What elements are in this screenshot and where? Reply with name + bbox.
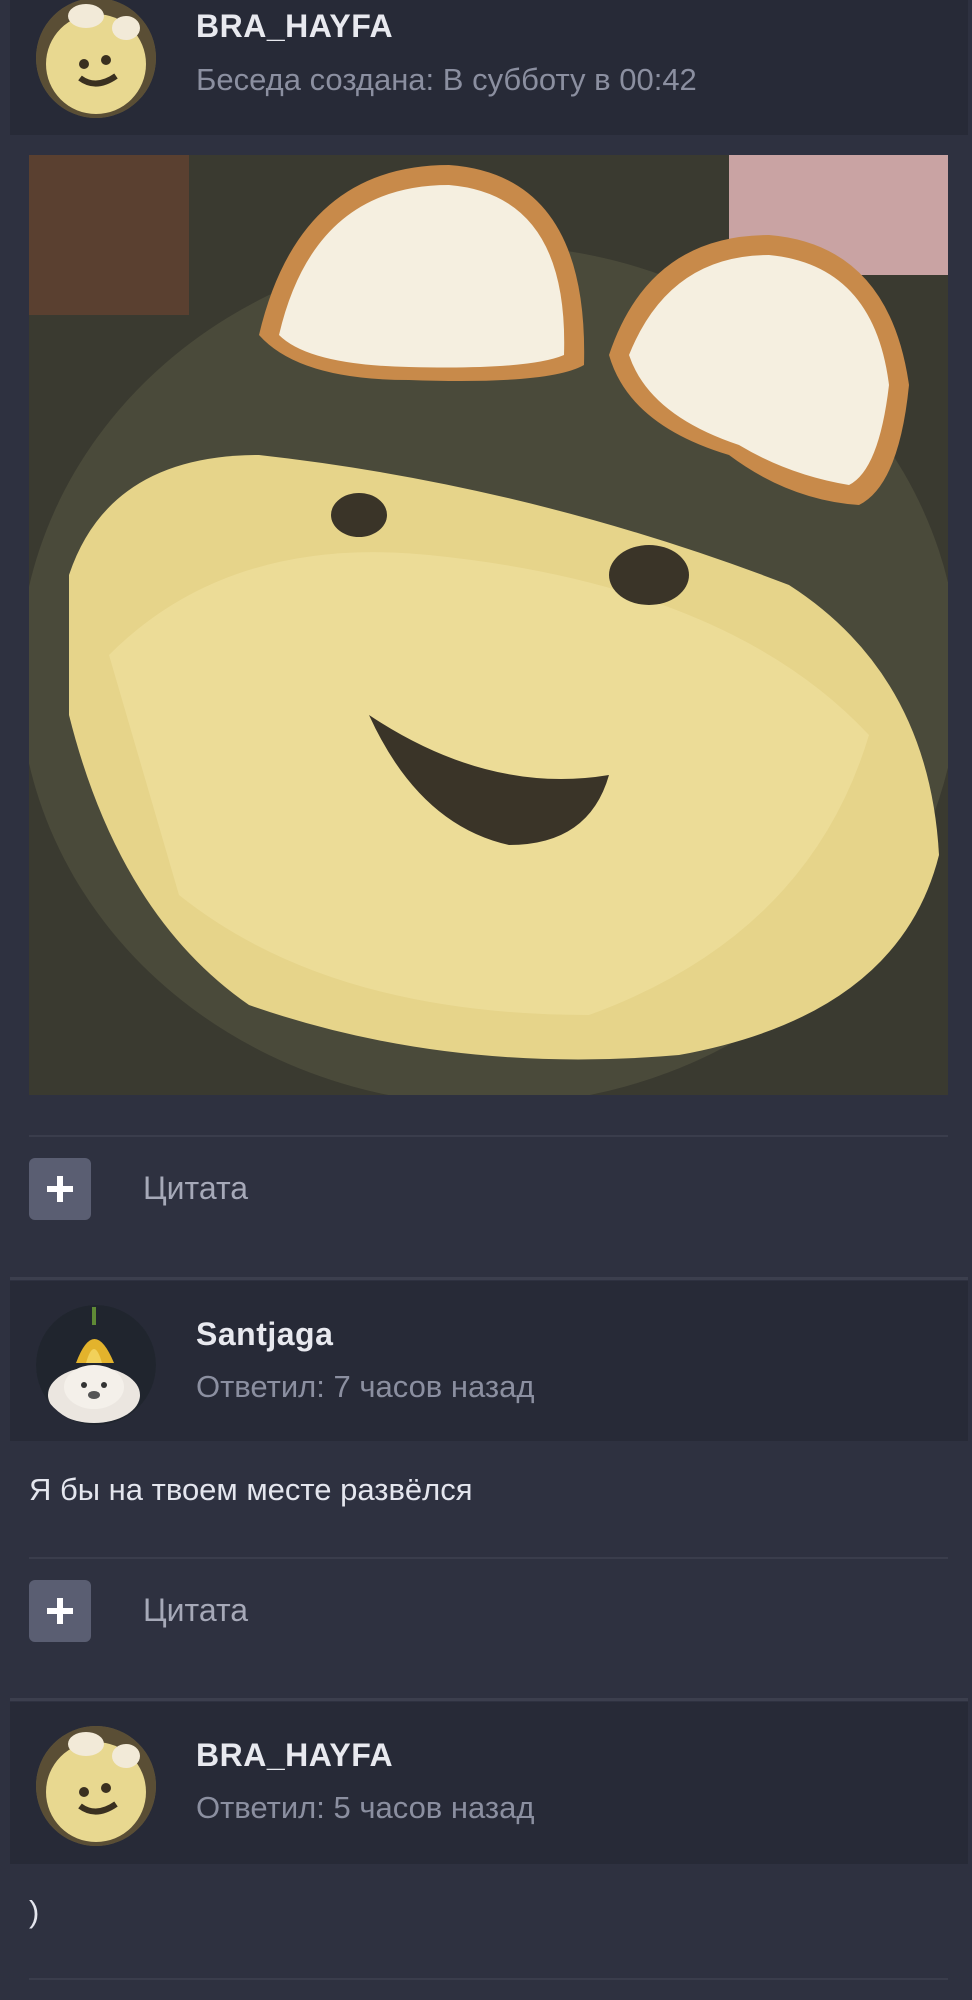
- quote-link[interactable]: Цитата: [143, 1592, 248, 1629]
- post-separator: [10, 1698, 968, 1701]
- post-meta: Ответил: 7 часов назад: [196, 1369, 535, 1404]
- add-quote-button[interactable]: [29, 1158, 91, 1220]
- quote-link[interactable]: Цитата: [143, 1170, 248, 1207]
- plus-icon: [47, 1598, 73, 1624]
- post-header: BRA_HAYFA Беседа создана: В субботу в 00…: [10, 0, 968, 135]
- divider: [29, 1978, 948, 1980]
- rice-smiley-face-photo[interactable]: [29, 155, 948, 1095]
- author-name[interactable]: BRA_HAYFA: [196, 1737, 393, 1774]
- author-name[interactable]: BRA_HAYFA: [196, 8, 393, 45]
- post-separator: [10, 1277, 968, 1280]
- author-name[interactable]: Santjaga: [196, 1316, 333, 1353]
- post-text: Я бы на твоем месте развёлся: [29, 1472, 473, 1507]
- add-quote-button[interactable]: [29, 1580, 91, 1642]
- rice-smiley-avatar-icon[interactable]: [36, 1726, 156, 1846]
- post-meta: Ответил: 5 часов назад: [196, 1790, 535, 1825]
- plus-icon: [47, 1176, 73, 1202]
- dog-with-flower-avatar-icon[interactable]: [36, 1305, 156, 1425]
- post-header: Santjaga Ответил: 7 часов назад: [10, 1281, 968, 1441]
- rice-smiley-avatar-icon[interactable]: [36, 0, 156, 118]
- post-meta: Беседа создана: В субботу в 00:42: [196, 62, 697, 97]
- post-header: BRA_HAYFA Ответил: 5 часов назад: [10, 1702, 968, 1864]
- post-text: ): [29, 1894, 40, 1929]
- divider: [29, 1135, 948, 1137]
- divider: [29, 1557, 948, 1559]
